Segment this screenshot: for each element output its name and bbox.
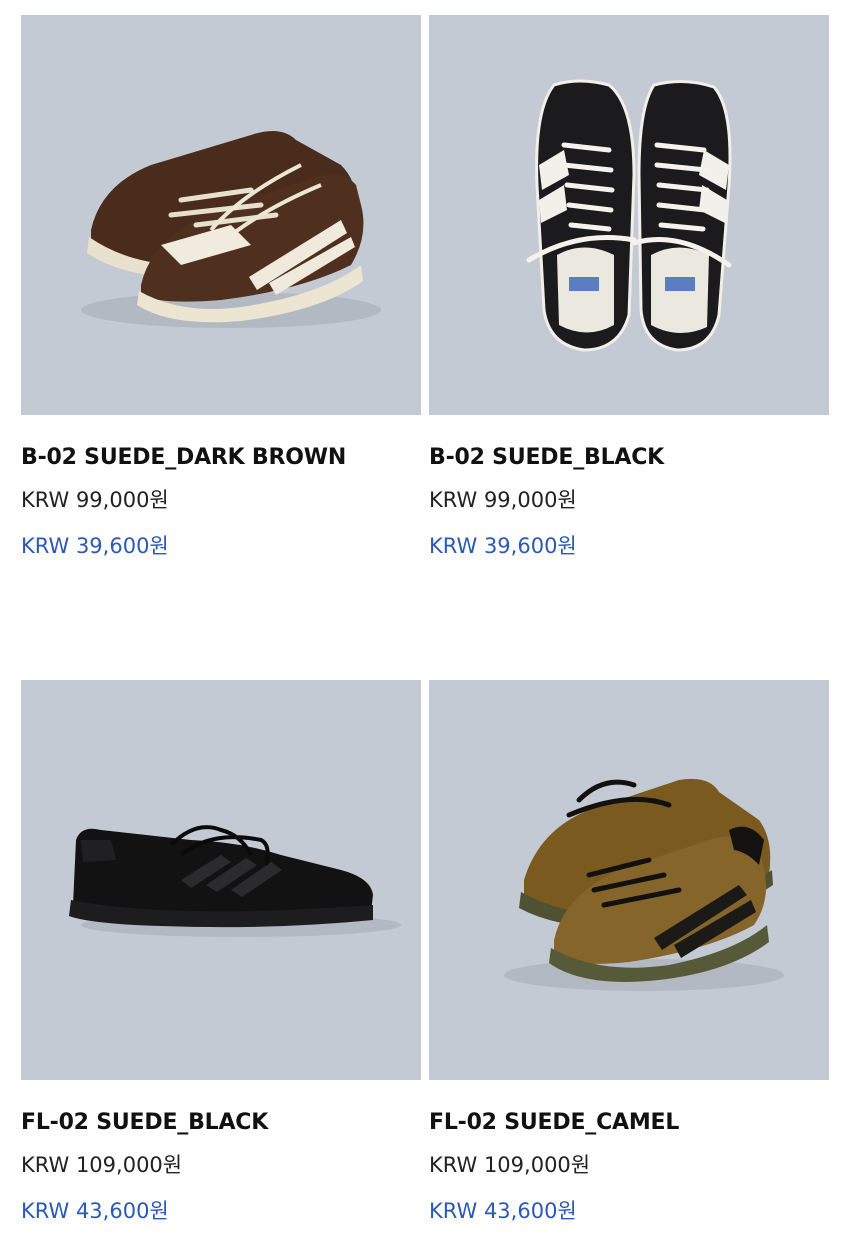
- original-price: KRW 109,000원: [21, 1153, 183, 1177]
- sneaker-photo-icon: [504, 778, 784, 991]
- product-card-b02-dark-brown[interactable]: B-02 SUEDE_DARK BROWN KRW 99,000원 KRW 39…: [21, 15, 421, 560]
- product-name[interactable]: B-02 SUEDE_DARK BROWN: [21, 445, 421, 470]
- sale-price: KRW 39,600원: [21, 534, 169, 558]
- sale-price: KRW 43,600원: [21, 1199, 169, 1223]
- product-name[interactable]: B-02 SUEDE_BLACK: [429, 445, 829, 470]
- product-image[interactable]: [429, 680, 829, 1080]
- sneaker-photo-icon: [81, 131, 381, 328]
- product-card-b02-black[interactable]: B-02 SUEDE_BLACK KRW 99,000원 KRW 39,600원: [429, 15, 829, 560]
- product-image[interactable]: [429, 15, 829, 415]
- sneaker-photo-icon: [526, 79, 732, 352]
- original-price: KRW 99,000원: [21, 488, 169, 512]
- sneaker-photo-icon: [69, 825, 401, 937]
- product-name[interactable]: FL-02 SUEDE_BLACK: [21, 1110, 421, 1135]
- product-name[interactable]: FL-02 SUEDE_CAMEL: [429, 1110, 829, 1135]
- sale-price: KRW 43,600원: [429, 1199, 577, 1223]
- product-image[interactable]: [21, 15, 421, 415]
- sale-price: KRW 39,600원: [429, 534, 577, 558]
- original-price: KRW 99,000원: [429, 488, 577, 512]
- original-price: KRW 109,000원: [429, 1153, 591, 1177]
- product-image[interactable]: [21, 680, 421, 1080]
- product-card-fl02-camel[interactable]: FL-02 SUEDE_CAMEL KRW 109,000원 KRW 43,60…: [429, 680, 829, 1225]
- product-card-fl02-black[interactable]: FL-02 SUEDE_BLACK KRW 109,000원 KRW 43,60…: [21, 680, 421, 1225]
